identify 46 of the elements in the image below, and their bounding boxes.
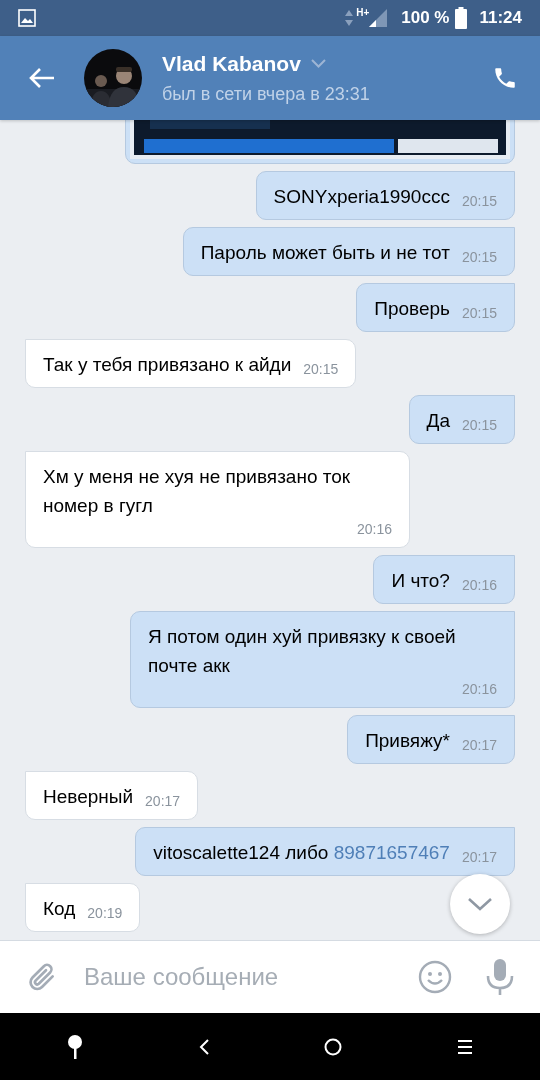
chevron-down-icon [310,59,326,68]
message-text: Привяжу* [365,729,450,753]
message-text: Пароль может быть и не тот [200,241,450,265]
signal-icon [369,8,388,28]
message-text: Хм у меня не хуя не привязано ток номер в гугл [43,465,352,518]
clock: 11:24 [479,7,522,30]
contact-name[interactable]: Vlad Kabanov [162,47,301,80]
message-time: 20:15 [461,304,497,323]
message-text: SONYxperia1990ccc [273,185,450,209]
smiley-icon [418,960,452,994]
microphone-icon [486,958,514,996]
chevron-down-icon [467,897,493,911]
message-time: 20:16 [461,576,497,595]
battery-percent: 100 % [401,7,450,30]
message-text: Да [426,409,450,433]
message-time: 20:16 [461,680,497,699]
message-text: Проверь [374,297,450,321]
phone-link[interactable]: 89871657467 [333,842,450,863]
back-arrow-icon [29,67,55,89]
back-icon[interactable] [197,1037,210,1056]
message-input[interactable]: Ваше сообщение [84,959,418,995]
message-time: 20:17 [461,848,497,867]
menu-icon[interactable] [456,1038,473,1055]
message-time: 20:15 [461,192,497,211]
network-type: H+ [356,6,370,20]
message-text: И что? [391,569,450,593]
message-text: Так у тебя привязано к айди [43,353,292,377]
last-seen: был в сети вчера в 23:31 [162,83,371,107]
message-field[interactable]: Ваше сообщение [0,940,540,1013]
message-time: 20:15 [461,248,497,267]
message-text: Код [43,897,76,921]
message-text: vitoscalette124 либо 89871657467 [153,841,450,865]
pin-icon[interactable] [67,1034,84,1059]
message-time: 20:16 [356,520,392,539]
phone-icon [492,65,518,91]
message-time: 20:15 [461,416,497,435]
message-text: Я потом один хуй привязку к своей почте акк [148,625,457,678]
message-time: 20:17 [145,792,181,811]
message-time: 20:17 [461,736,497,755]
image-icon [18,9,36,27]
battery-icon [455,7,468,29]
data-arrows-icon [345,8,354,28]
message-text: Неверный [43,785,134,809]
home-icon[interactable] [324,1037,343,1056]
message-time: 20:15 [303,360,339,379]
message-time: 20:19 [87,904,123,923]
